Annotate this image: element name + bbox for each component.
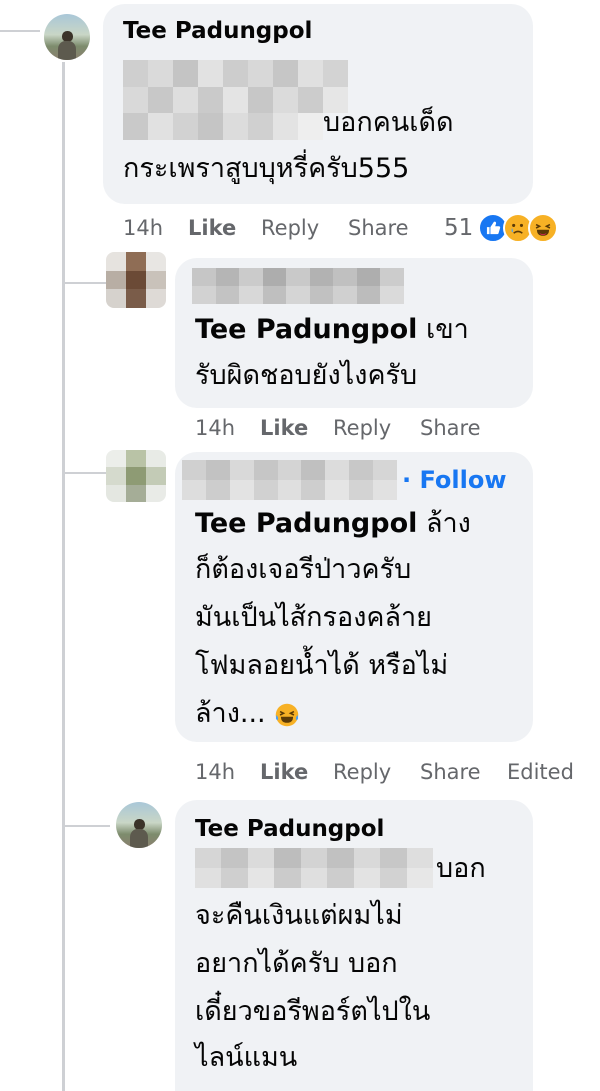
- like-button[interactable]: Like: [188, 216, 236, 240]
- follow-button[interactable]: · Follow: [402, 466, 507, 494]
- follow-separator: ·: [402, 466, 420, 494]
- comment-text-line: Tee Padungpol เขา: [195, 306, 469, 354]
- like-button[interactable]: Like: [260, 416, 308, 440]
- reaction-count[interactable]: 51: [444, 215, 473, 241]
- comment-text: ล้าง...: [195, 698, 266, 729]
- comment-text-line: โฟมลอยน้ำได้ หรือไม่: [195, 650, 449, 681]
- reply-button[interactable]: Reply: [261, 216, 319, 240]
- comment-text-line: ล้าง...: [195, 690, 300, 738]
- comment-text-line: บอกคนเด็ด: [323, 107, 454, 138]
- comment-text-line: จะคืนเงินแต่ผมไม่: [195, 900, 403, 931]
- laughing-crying-emoji: [275, 703, 299, 726]
- comment-text-line: ก็ต้องเจอรีป่าวครับ: [195, 554, 412, 585]
- redacted-author-name[interactable]: [182, 460, 397, 500]
- thread-line-branch-1: [62, 282, 110, 284]
- follow-label[interactable]: Follow: [419, 466, 506, 494]
- laughing-face-icon[interactable]: [528, 213, 558, 243]
- avatar[interactable]: [106, 450, 166, 502]
- comment-text-line: มันเป็นไส้กรองคล้าย: [195, 602, 432, 633]
- avatar[interactable]: [44, 14, 90, 60]
- timestamp[interactable]: 14h: [195, 416, 235, 440]
- redacted-author-name[interactable]: [192, 268, 404, 304]
- avatar[interactable]: [116, 802, 162, 848]
- redacted-text-block: [123, 60, 348, 140]
- comment-text-line: Tee Padungpol ล้าง: [195, 500, 471, 548]
- like-button[interactable]: Like: [260, 760, 308, 784]
- comment-text-line: อยากได้ครับ บอก: [195, 948, 398, 979]
- comment-actions: 14h Like Reply Share: [195, 416, 495, 444]
- thread-line-main: [62, 62, 65, 1091]
- comment-text-line: บอก: [436, 853, 486, 884]
- comment-author[interactable]: Tee Padungpol: [195, 816, 384, 842]
- thread-line-branch-2: [62, 472, 110, 474]
- share-button[interactable]: Share: [420, 760, 481, 784]
- avatar[interactable]: [106, 252, 166, 308]
- comment-text-line: กระเพราสูบบุหรี่ครับ555: [123, 153, 410, 184]
- comment-actions: 14h Like Reply Share: [123, 216, 453, 244]
- reply-button[interactable]: Reply: [333, 760, 391, 784]
- timestamp[interactable]: 14h: [123, 216, 163, 240]
- comment-text-line: เดี๋ยวขอรีพอร์ตไปใน: [195, 996, 431, 1027]
- comment-actions: 14h Like Reply Share Edited: [195, 760, 585, 788]
- comment-text: ล้าง: [425, 508, 471, 539]
- share-button[interactable]: Share: [348, 216, 409, 240]
- comment-text-line: ไลน์แมน: [195, 1042, 298, 1073]
- mention-link[interactable]: Tee Padungpol: [195, 314, 417, 345]
- edited-label[interactable]: Edited: [507, 760, 574, 784]
- comment-text: เขา: [425, 314, 469, 345]
- thread-line-top-stub: [0, 30, 40, 32]
- comment-author[interactable]: Tee Padungpol: [123, 18, 312, 44]
- thread-line-branch-3: [62, 825, 110, 827]
- share-button[interactable]: Share: [420, 416, 481, 440]
- timestamp[interactable]: 14h: [195, 760, 235, 784]
- redacted-text-block: [195, 848, 433, 888]
- comment-text-line: รับผิดชอบยังไงครับ: [195, 360, 418, 391]
- reply-button[interactable]: Reply: [333, 416, 391, 440]
- mention-link[interactable]: Tee Padungpol: [195, 508, 417, 539]
